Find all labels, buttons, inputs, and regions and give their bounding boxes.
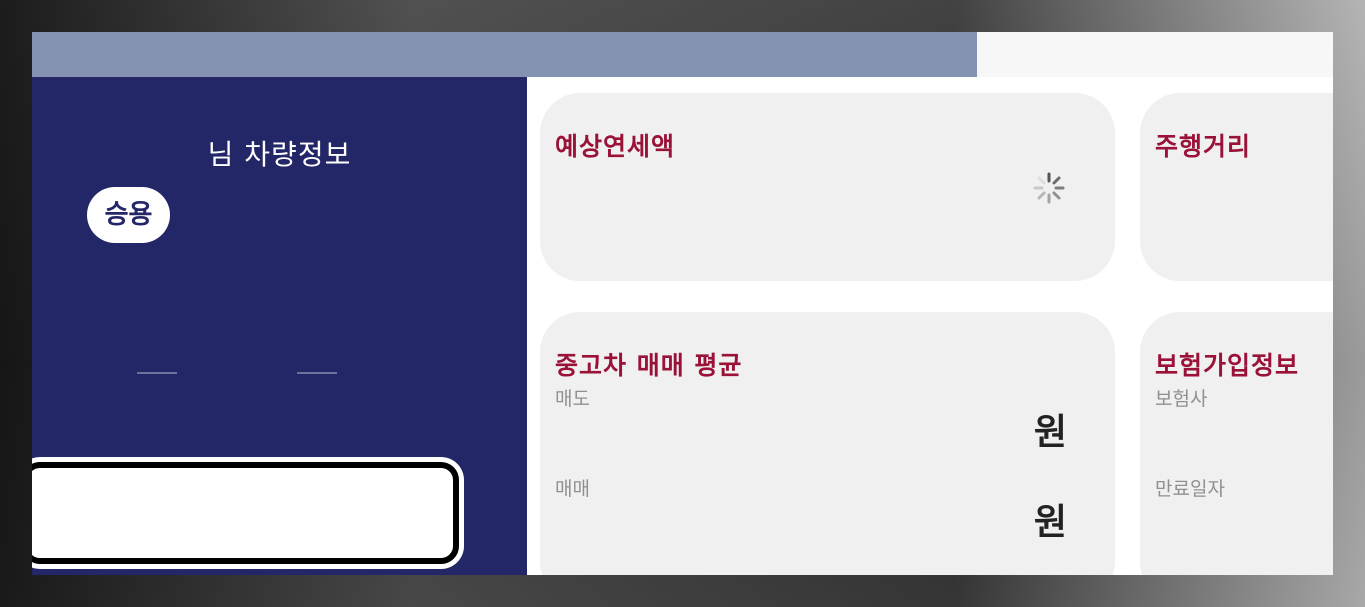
annual-tax-title: 예상연세액	[555, 132, 676, 161]
kiosk-screen: 님 차량정보 승용 예상연세액 주행거리 중고차 매매 평균 매도 원 매매 원…	[32, 32, 1333, 575]
used-car-average-title: 중고차 매매 평균	[555, 351, 743, 380]
insurance-title: 보험가입정보	[1155, 351, 1300, 380]
sell-label: 매도	[555, 388, 590, 410]
top-bar-right	[977, 32, 1333, 77]
sell-unit: 원	[1033, 412, 1067, 453]
trade-label: 매매	[555, 478, 590, 500]
top-bar	[32, 32, 977, 77]
annual-tax-card: 예상연세액	[540, 93, 1115, 281]
used-car-average-card: 중고차 매매 평균 매도 원 매매 원	[540, 312, 1115, 575]
loading-spinner-icon	[1033, 172, 1065, 204]
insurance-card: 보험가입정보 보험사 만료일자	[1140, 312, 1333, 575]
insurer-label: 보험사	[1155, 388, 1208, 410]
trade-unit: 원	[1033, 502, 1067, 543]
vehicle-number-input[interactable]	[32, 462, 459, 564]
divider	[297, 372, 337, 374]
vehicle-info-panel: 님 차량정보 승용	[32, 77, 527, 575]
divider	[137, 372, 177, 374]
expiry-label: 만료일자	[1155, 478, 1225, 500]
vehicle-type-badge: 승용	[87, 187, 170, 243]
mileage-title: 주행거리	[1155, 132, 1252, 161]
mileage-card: 주행거리	[1140, 93, 1333, 281]
vehicle-owner-title: 님 차량정보	[207, 138, 352, 171]
